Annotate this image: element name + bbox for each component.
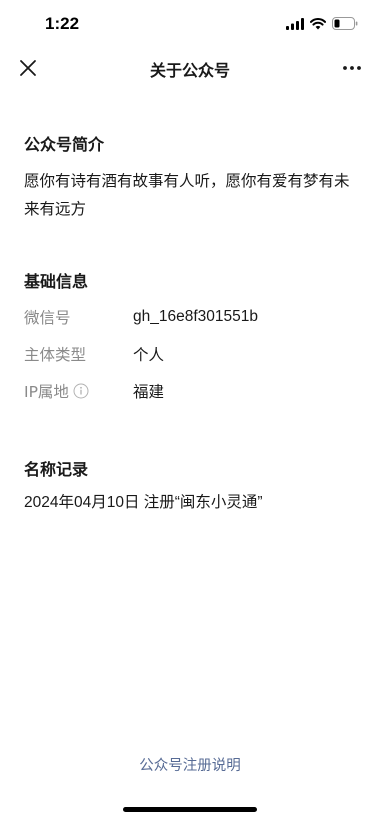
basic-info-heading: 基础信息 <box>24 272 89 291</box>
nav-bar: 关于公众号 <box>0 48 380 88</box>
info-label-wrap: IP属地 <box>24 380 133 402</box>
info-label: IP属地 <box>24 383 69 401</box>
info-row-entity-type: 主体类型 个人 <box>24 342 360 366</box>
cellular-signal-icon <box>286 15 304 34</box>
status-icons <box>286 16 358 32</box>
wifi-icon <box>310 15 326 34</box>
registration-info-link[interactable]: 公众号注册说明 <box>0 754 380 775</box>
name-record-entry: 2024年04月10日 注册“闽东小灵通” <box>24 494 263 511</box>
intro-text: 愿你有诗有酒有故事有人听，愿你有爱有梦有未来有远方 <box>24 172 350 218</box>
page-title: 关于公众号 <box>149 61 230 80</box>
info-label: 主体类型 <box>24 346 87 364</box>
name-record-heading: 名称记录 <box>24 460 89 479</box>
home-indicator[interactable] <box>123 807 257 812</box>
info-value: gh_16e8f301551b <box>133 308 258 325</box>
info-value: 个人 <box>133 347 165 364</box>
battery-icon <box>332 15 358 34</box>
info-circle-icon[interactable] <box>73 383 89 399</box>
intro-heading: 公众号简介 <box>24 135 105 154</box>
more-icon[interactable] <box>340 56 364 80</box>
info-value: 福建 <box>133 384 165 401</box>
info-label: 微信号 <box>24 309 71 327</box>
status-time: 1:22 <box>45 14 80 33</box>
info-row-wechat-id: 微信号 gh_16e8f301551b <box>24 305 360 329</box>
info-row-ip-location: IP属地 福建 <box>24 379 360 403</box>
status-bar: 1:22 <box>0 0 380 48</box>
